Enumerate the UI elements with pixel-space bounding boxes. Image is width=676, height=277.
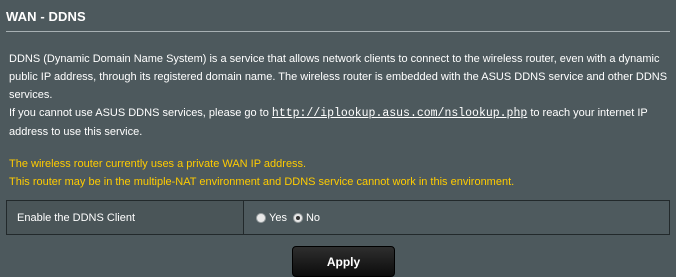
ddns-no-radio[interactable]: No	[292, 211, 321, 224]
description-paragraph-1: DDNS (Dynamic Domain Name System) is a s…	[9, 53, 668, 101]
ddns-no-label: No	[305, 211, 321, 224]
nat-warning: The wireless router currently uses a pri…	[9, 155, 671, 191]
warning-line-1: The wireless router currently uses a pri…	[9, 158, 307, 170]
ddns-client-label: Enable the DDNS Client	[7, 201, 244, 234]
radio-unchecked-icon[interactable]	[256, 212, 266, 223]
iplookup-link[interactable]: http://iplookup.asus.com/nslookup.php	[272, 107, 527, 120]
page-title: WAN - DDNS	[6, 9, 86, 24]
title-divider	[6, 31, 670, 32]
radio-checked-icon[interactable]	[292, 212, 303, 223]
description-paragraph-2-start: If you cannot use ASUS DDNS services, pl…	[9, 107, 272, 119]
ddns-description: DDNS (Dynamic Domain Name System) is a s…	[9, 50, 671, 141]
ddns-panel: WAN - DDNS DDNS (Dynamic Domain Name Sys…	[0, 0, 676, 277]
ddns-yes-radio[interactable]: Yes	[256, 212, 287, 224]
ddns-client-options: Yes No	[244, 201, 669, 234]
ddns-settings-table: Enable the DDNS Client Yes No	[6, 200, 670, 235]
ddns-yes-label: Yes	[269, 211, 287, 224]
apply-button[interactable]: Apply	[292, 246, 395, 277]
warning-line-2: This router may be in the multiple-NAT e…	[9, 176, 515, 188]
